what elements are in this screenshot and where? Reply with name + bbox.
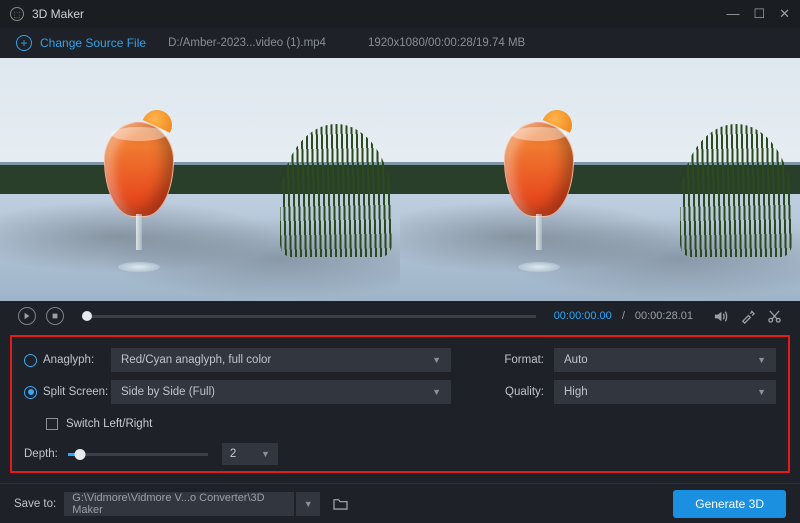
- maximize-button[interactable]: ☐: [753, 6, 765, 22]
- split-screen-label: Split Screen:: [43, 386, 111, 398]
- format-value: Auto: [564, 354, 588, 366]
- split-screen-radio[interactable]: [24, 386, 37, 399]
- depth-value: 2: [230, 448, 236, 460]
- titlebar: ⬚ 3D Maker — ☐ ✕: [0, 0, 800, 28]
- switch-lr-label: Switch Left/Right: [66, 418, 152, 430]
- app-title: 3D Maker: [32, 7, 84, 21]
- save-path-dropdown[interactable]: ▼: [296, 492, 320, 516]
- preview-right: [400, 58, 800, 301]
- sourcebar: + Change Source File D:/Amber-2023...vid…: [0, 28, 800, 58]
- settings-panel: Anaglyph: Red/Cyan anaglyph, full color …: [10, 335, 790, 473]
- save-path-field[interactable]: G:\Vidmore\Vidmore V...o Converter\3D Ma…: [64, 492, 294, 516]
- quality-dropdown[interactable]: High ▼: [554, 380, 776, 404]
- plus-icon: +: [16, 35, 32, 51]
- switch-lr-checkbox[interactable]: [46, 418, 58, 430]
- anaglyph-dropdown[interactable]: Red/Cyan anaglyph, full color ▼: [111, 348, 451, 372]
- stop-button[interactable]: [46, 307, 64, 325]
- chevron-down-icon: ▼: [432, 355, 441, 365]
- source-info: 1920x1080/00:00:28/19.74 MB: [368, 37, 525, 49]
- generate-3d-button[interactable]: Generate 3D: [673, 490, 786, 518]
- format-label: Format:: [494, 354, 544, 366]
- anaglyph-radio[interactable]: [24, 354, 37, 367]
- browse-folder-button[interactable]: [328, 492, 352, 516]
- quality-label: Quality:: [494, 386, 544, 398]
- depth-value-dropdown[interactable]: 2 ▼: [222, 443, 278, 465]
- quality-value: High: [564, 386, 588, 398]
- volume-icon[interactable]: [713, 309, 728, 324]
- savebar: Save to: G:\Vidmore\Vidmore V...o Conver…: [0, 483, 800, 523]
- depth-slider[interactable]: [68, 453, 208, 456]
- depth-slider-thumb[interactable]: [75, 449, 86, 460]
- split-screen-value: Side by Side (Full): [121, 386, 215, 398]
- change-source-button[interactable]: + Change Source File: [16, 35, 146, 51]
- change-source-label: Change Source File: [40, 36, 146, 50]
- cut-icon[interactable]: [767, 309, 782, 324]
- time-duration: 00:00:28.01: [635, 310, 693, 322]
- play-button[interactable]: [18, 307, 36, 325]
- seek-thumb[interactable]: [82, 311, 92, 321]
- split-screen-dropdown[interactable]: Side by Side (Full) ▼: [111, 380, 451, 404]
- chevron-down-icon: ▼: [261, 449, 270, 459]
- chevron-down-icon: ▼: [757, 387, 766, 397]
- close-button[interactable]: ✕: [779, 6, 790, 22]
- anaglyph-value: Red/Cyan anaglyph, full color: [121, 354, 271, 366]
- minimize-button[interactable]: —: [726, 6, 739, 22]
- time-current: 00:00:00.00: [554, 310, 612, 322]
- app-icon: ⬚: [10, 7, 24, 21]
- preview-area: [0, 58, 800, 301]
- chevron-down-icon: ▼: [757, 355, 766, 365]
- seek-track[interactable]: [82, 315, 536, 318]
- effects-icon[interactable]: [740, 309, 755, 324]
- player-controls: 00:00:00.00/00:00:28.01: [0, 301, 800, 331]
- chevron-down-icon: ▼: [432, 387, 441, 397]
- depth-label: Depth:: [24, 448, 58, 460]
- preview-left: [0, 58, 400, 301]
- anaglyph-label: Anaglyph:: [43, 354, 111, 366]
- source-path: D:/Amber-2023...video (1).mp4: [168, 37, 326, 49]
- save-to-label: Save to:: [14, 498, 56, 510]
- format-dropdown[interactable]: Auto ▼: [554, 348, 776, 372]
